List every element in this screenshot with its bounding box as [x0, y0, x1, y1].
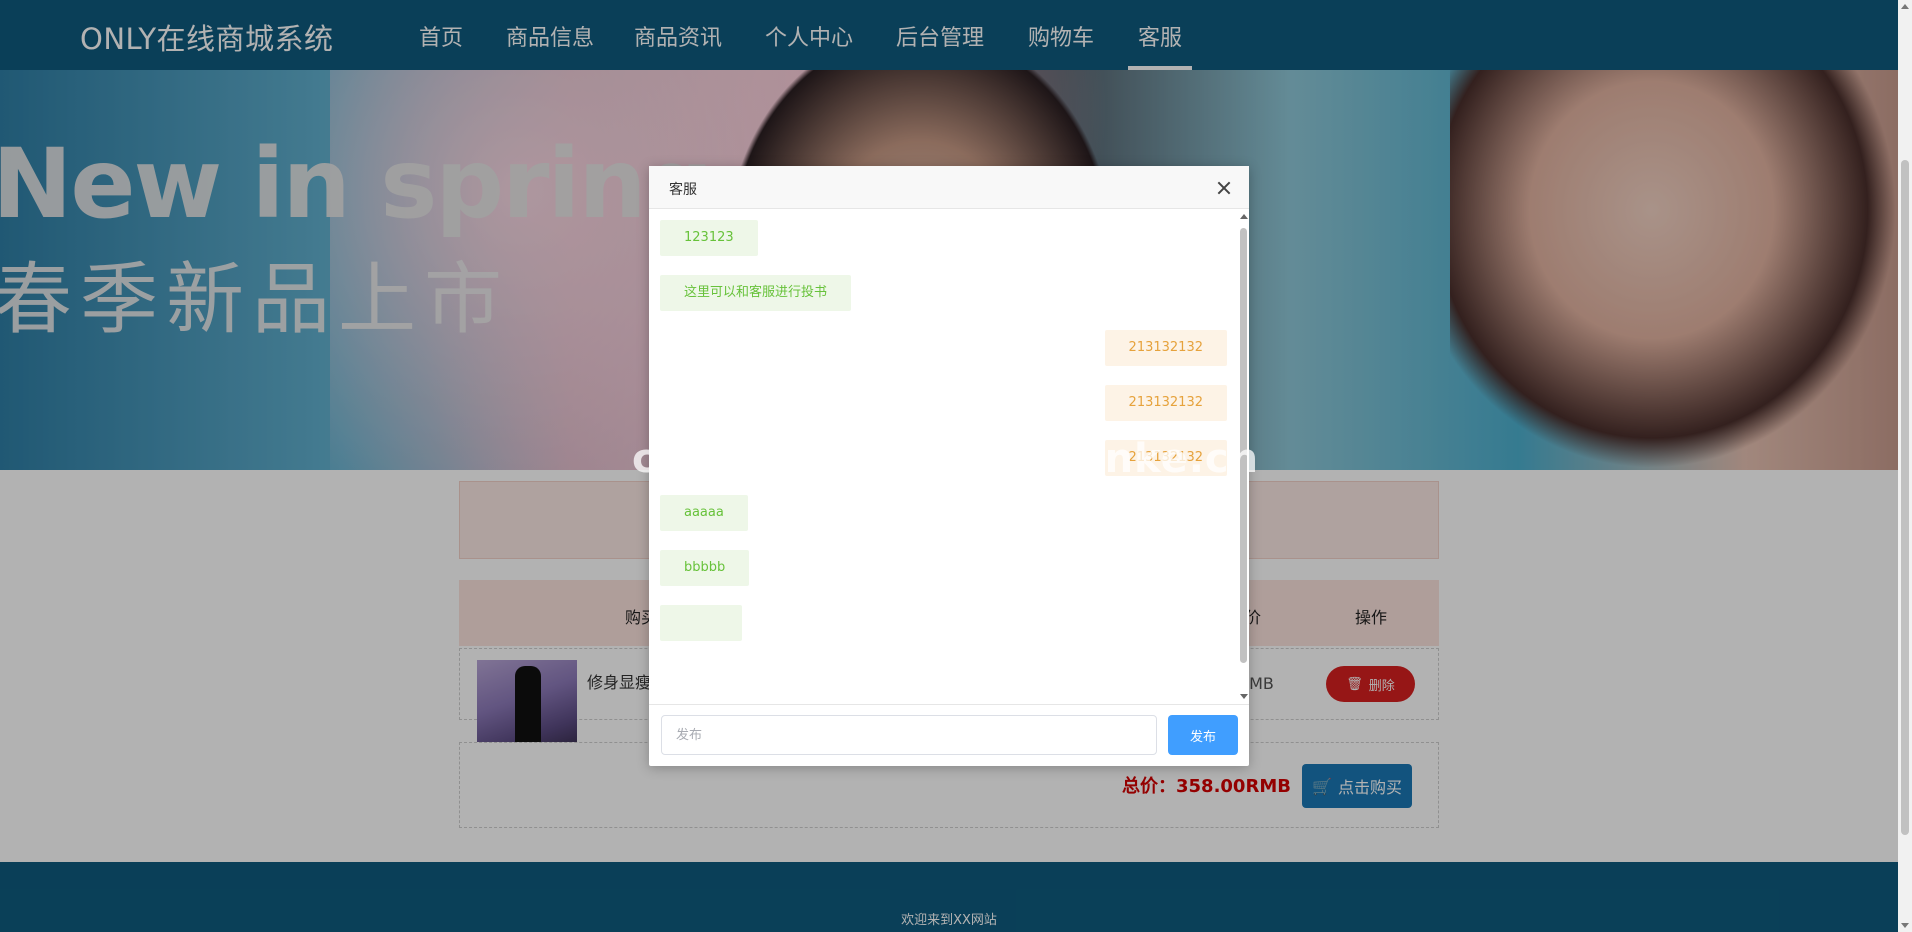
chat-message-left	[660, 605, 742, 641]
chat-input[interactable]	[661, 715, 1157, 755]
chat-message-right: 213132132	[1104, 330, 1227, 366]
dialog-title: 客服	[669, 182, 697, 198]
dialog-header: 客服	[649, 166, 1249, 209]
chat-message-right: 213132132	[1104, 385, 1227, 421]
page-scrollbar[interactable]	[1898, 0, 1912, 932]
page-scroll-thumb[interactable]	[1901, 160, 1909, 835]
chat-message-left: bbbbb	[660, 550, 750, 586]
chat-message-left: aaaaa	[660, 495, 748, 531]
send-button[interactable]: 发布	[1168, 715, 1238, 755]
chat-message-left: 这里可以和客服进行投书	[660, 275, 852, 311]
watermark-text: cn围观客www.weiguanke.cn	[632, 436, 1260, 482]
chat-message-left: 123123	[660, 220, 758, 256]
close-icon[interactable]	[1214, 178, 1234, 198]
scroll-down-icon[interactable]	[1240, 694, 1248, 699]
scroll-up-icon[interactable]	[1240, 214, 1248, 219]
page-scroll-up-icon[interactable]	[1901, 4, 1909, 9]
page-scroll-down-icon[interactable]	[1901, 923, 1909, 928]
dialog-footer: 发布	[649, 704, 1249, 766]
